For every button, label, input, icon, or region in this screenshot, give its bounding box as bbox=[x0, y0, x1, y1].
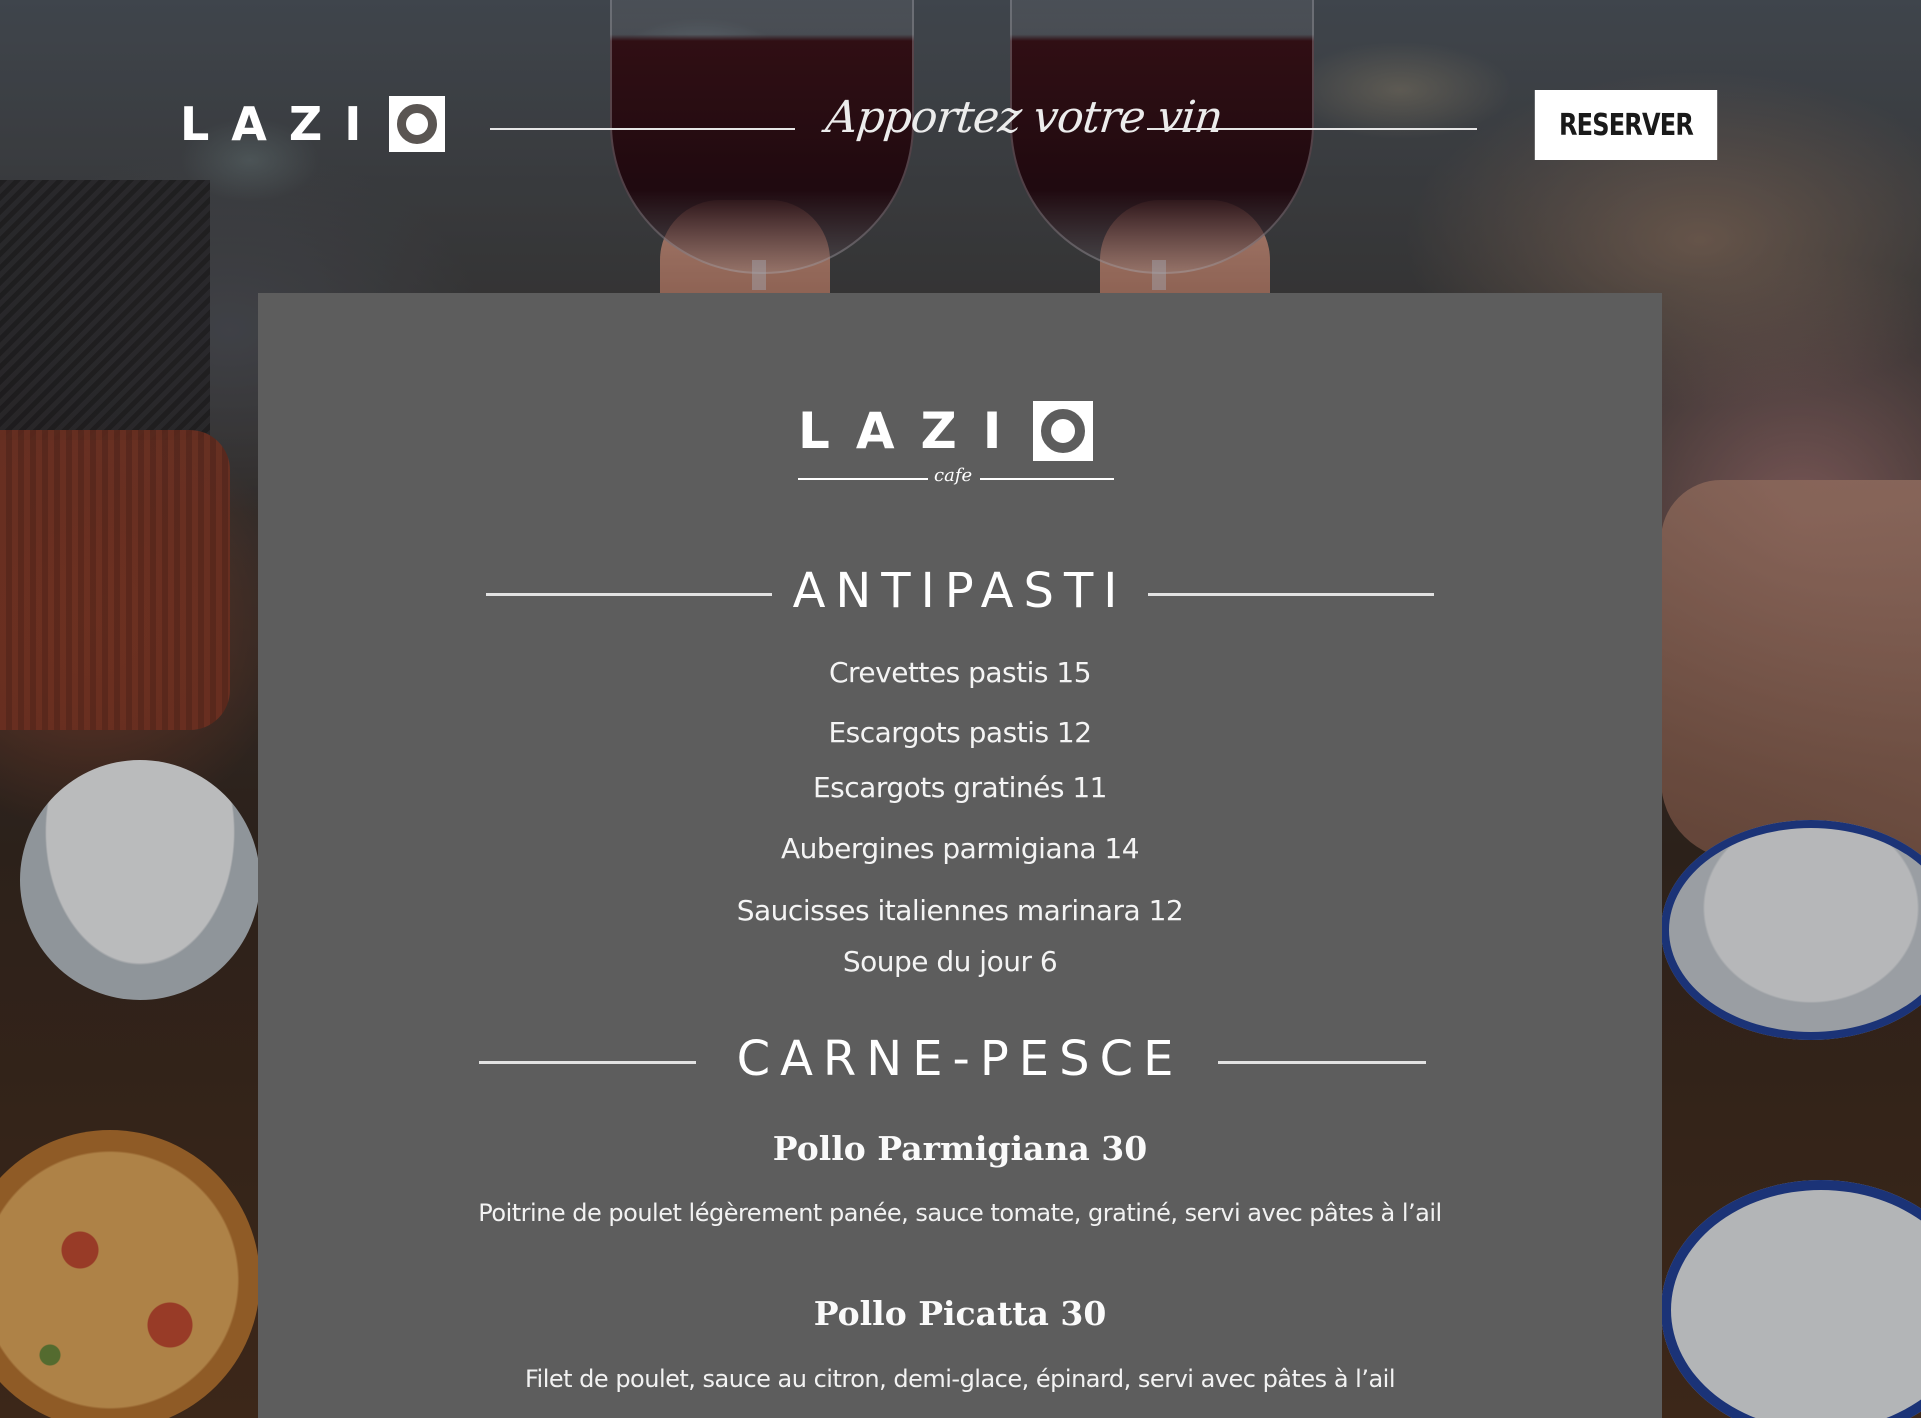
dish-description: Poitrine de poulet légèrement panée, sau… bbox=[478, 1199, 1442, 1227]
tagline: Apportez votre vin bbox=[823, 92, 1225, 143]
menu-item: Escargots gratinés 11 bbox=[812, 771, 1108, 804]
header-divider-left bbox=[490, 128, 795, 130]
reserve-button[interactable]: RESERVER bbox=[1534, 90, 1718, 160]
section-title: ANTIPASTI bbox=[792, 563, 1128, 619]
dish-name: Pollo Picatta 30 bbox=[813, 1294, 1107, 1333]
menu-item: Aubergines parmigiana 14 bbox=[780, 832, 1140, 865]
card-logo: LAZI cafe bbox=[798, 401, 1114, 489]
card-logo-subtext: cafe bbox=[934, 465, 973, 486]
menu-item: Crevettes pastis 15 bbox=[828, 656, 1092, 689]
section-title: CARNE-PESCE bbox=[736, 1031, 1184, 1087]
section-heading-carne-pesce: CARNE-PESCE bbox=[258, 1031, 1662, 1091]
dish-description: Filet de poulet, sauce au citron, demi-g… bbox=[524, 1365, 1396, 1393]
logo-text: LAZI bbox=[180, 97, 384, 151]
dish-name: Pollo Parmigiana 30 bbox=[772, 1129, 1148, 1168]
menu-item: Saucisses italiennes marinara 12 bbox=[736, 894, 1184, 927]
header-divider-right bbox=[1147, 128, 1477, 130]
card-logo-text: LAZI bbox=[798, 402, 1028, 460]
menu-card: LAZI cafe ANTIPASTI Crevettes pastis 15 … bbox=[258, 293, 1662, 1418]
section-heading-antipasti: ANTIPASTI bbox=[258, 563, 1662, 623]
logo-o-mark bbox=[389, 96, 446, 152]
menu-item: Escargots pastis 12 bbox=[828, 716, 1092, 749]
header-logo[interactable]: LAZI bbox=[180, 96, 446, 152]
card-logo-o-mark bbox=[1033, 401, 1094, 461]
menu-item: Soupe du jour 6 bbox=[842, 945, 1058, 978]
